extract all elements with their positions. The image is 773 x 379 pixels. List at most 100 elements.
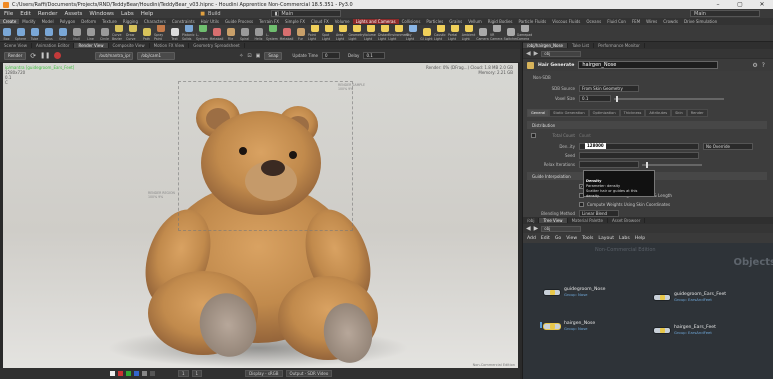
- voxel-size-slider[interactable]: [614, 95, 724, 102]
- network-menu-item[interactable]: View: [566, 236, 577, 241]
- shelf-tab[interactable]: Model: [39, 19, 57, 24]
- shelf-tool-button[interactable]: Platonic Solids: [182, 25, 195, 41]
- output-lut-dropdown[interactable]: Output - SDR Video: [285, 370, 333, 377]
- network-pane-tab[interactable]: Tree View: [539, 218, 568, 223]
- delay-field[interactable]: 0.1: [363, 52, 386, 59]
- help-icon[interactable]: ?: [762, 62, 765, 69]
- shelf-tool-button[interactable]: Environment Light: [388, 25, 409, 41]
- shelf-tab[interactable]: Viscous Fluids: [549, 19, 583, 24]
- shelf-tab[interactable]: Create: [0, 19, 20, 24]
- display-flag-icon[interactable]: [540, 322, 542, 328]
- shelf-tool-button[interactable]: L-System: [266, 25, 279, 41]
- color-swatch-gray[interactable]: [142, 371, 147, 376]
- shelf-tab[interactable]: Simple FX: [282, 19, 308, 24]
- seed-field[interactable]: [579, 152, 699, 159]
- shelf-tool-button[interactable]: Fur: [294, 28, 307, 41]
- shelf-tab[interactable]: Terrain FX: [256, 19, 282, 24]
- node-guidegroom-ears-feet[interactable]: guidegroom_Ears_Feet Group: EarsAndFeet: [653, 292, 726, 302]
- shelf-tool-button[interactable]: Gamepad Camera: [517, 25, 532, 41]
- node-hairgen-nose[interactable]: hairgen_Nose Group: Nose: [540, 321, 595, 331]
- shelf-tab[interactable]: Lights and Cameras: [352, 19, 399, 24]
- shelf-tool-button[interactable]: Box: [0, 28, 13, 41]
- right-pane-tab[interactable]: /obj/hairgen_Nose: [523, 43, 568, 48]
- parameter-subtab[interactable]: Skin: [671, 109, 687, 117]
- region-icon[interactable]: ▣: [256, 53, 261, 59]
- network-path-field[interactable]: obj: [541, 225, 582, 232]
- shelf-tab[interactable]: Rigid Bodies: [485, 19, 516, 24]
- parameter-subtab[interactable]: Render: [686, 109, 708, 117]
- shelf-tool-button[interactable]: Sphere: [14, 28, 27, 41]
- menu-help[interactable]: Help: [141, 11, 154, 17]
- shelf-tab[interactable]: Vellum: [465, 19, 485, 24]
- shelf-tool-button[interactable]: Line: [84, 28, 97, 41]
- shelf-tool-button[interactable]: Metaball: [280, 28, 293, 41]
- voxel-size-field[interactable]: 0.1: [579, 95, 611, 102]
- desktop-dropdown[interactable]: ◧ Main: [270, 10, 341, 17]
- shelf-tab[interactable]: Texture: [99, 19, 120, 24]
- node-name-field[interactable]: hairgen_Nose: [578, 61, 719, 69]
- menu-file[interactable]: File: [4, 11, 13, 17]
- color-swatch-white[interactable]: [110, 371, 115, 376]
- right-pane-tab[interactable]: Performance Monitor: [594, 43, 645, 48]
- shelf-tab[interactable]: Guide Process: [222, 19, 256, 24]
- shelf-tool-button[interactable]: Grid: [56, 28, 69, 41]
- shelf-tool-button[interactable]: Circle: [98, 28, 111, 41]
- left-pane-tab[interactable]: Composite View: [109, 43, 150, 48]
- shelf-tab[interactable]: Crowds: [660, 19, 681, 24]
- left-pane-tab[interactable]: Animation Editor: [32, 43, 75, 48]
- snap-button[interactable]: Snap: [264, 51, 283, 60]
- shelf-tool-button[interactable]: Caustic Light: [434, 25, 447, 41]
- wand-icon[interactable]: ✧: [239, 53, 243, 59]
- right-pane-tab[interactable]: Take List: [568, 43, 595, 48]
- menu-windows[interactable]: Windows: [89, 11, 114, 17]
- network-menu-item[interactable]: Help: [635, 236, 645, 241]
- color-swatch-blue[interactable]: [134, 371, 139, 376]
- left-pane-tab[interactable]: Geometry Spreadsheet: [189, 43, 245, 48]
- shelf-tool-button[interactable]: Draw Curve: [126, 25, 139, 41]
- build-dropdown[interactable]: ■ Build: [200, 11, 220, 17]
- update-time-field[interactable]: 0: [321, 52, 340, 59]
- shelf-tab[interactable]: Hair Utils: [198, 19, 222, 24]
- shelf-tab[interactable]: Collisions: [399, 19, 424, 24]
- shelf-tab[interactable]: Cloud FX: [308, 19, 332, 24]
- shelf-tool-button[interactable]: Switcher: [504, 28, 517, 41]
- shelf-tool-button[interactable]: Torus: [42, 28, 55, 41]
- shelf-tool-button[interactable]: GI Light: [420, 28, 433, 41]
- shelf-tab[interactable]: Deform: [78, 19, 99, 24]
- network-pane-tab[interactable]: Material Palette: [568, 218, 608, 223]
- camera-dropdown[interactable]: /obj/cam1: [137, 51, 176, 60]
- net-forward-arrow-icon[interactable]: ▶: [534, 225, 539, 232]
- compute-weights-checkbox[interactable]: [579, 202, 584, 207]
- shelf-tool-button[interactable]: Camera: [476, 28, 489, 41]
- frame-field-2[interactable]: 1: [191, 370, 203, 377]
- shelf-tool-button[interactable]: Curve Bezier: [112, 25, 125, 41]
- shelf-tool-button[interactable]: Spray Paint: [154, 25, 167, 41]
- shelf-tool-button[interactable]: Area Light: [336, 25, 349, 41]
- shelf-tab[interactable]: Modify: [19, 19, 38, 24]
- shelf-tab[interactable]: Characters: [141, 19, 169, 24]
- shelf-tool-button[interactable]: VR Camera: [490, 25, 503, 41]
- shelf-tab[interactable]: Grains: [446, 19, 465, 24]
- network-editor-canvas[interactable]: Non-Commercial Edition Objects guidegroo…: [523, 243, 773, 379]
- shelf-tab[interactable]: Particles: [423, 19, 446, 24]
- shelf-tool-button[interactable]: Null: [70, 28, 83, 41]
- parameter-subtab[interactable]: Static Generation: [549, 109, 589, 117]
- node-hairgen-ears-feet[interactable]: hairgen_Ears_Feet Group: EarsAndFeet: [653, 325, 716, 335]
- desktop-dropdown-right[interactable]: Main: [690, 10, 760, 17]
- network-menu-item[interactable]: Labs: [619, 236, 630, 241]
- network-menu-item[interactable]: Go: [555, 236, 561, 241]
- parameter-path-field[interactable]: obj: [541, 50, 582, 57]
- node-guidegroom-nose[interactable]: guidegroom_Nose Group: Nose: [543, 287, 605, 297]
- shelf-tool-button[interactable]: Ambient Light: [462, 25, 475, 41]
- display-lut-dropdown[interactable]: Display - sRGB: [245, 370, 283, 377]
- shelf-tool-button[interactable]: Geometry Light: [349, 25, 364, 41]
- sdb-source-dropdown[interactable]: From Skin Geometry: [579, 85, 639, 92]
- density-value-highlight[interactable]: 128000: [585, 143, 606, 149]
- color-swatch-dark[interactable]: [150, 371, 155, 376]
- shelf-tab[interactable]: Polygon: [57, 19, 79, 24]
- render-button[interactable]: Render: [4, 51, 27, 60]
- render-viewport[interactable]: ip/mantra [guidegroom_Ears_Feet] 1280x72…: [3, 63, 518, 368]
- shelf-tab[interactable]: Particle Fluids: [516, 19, 550, 24]
- network-menu-item[interactable]: Add: [527, 236, 536, 241]
- shelf-tab[interactable]: Constraints: [169, 19, 198, 24]
